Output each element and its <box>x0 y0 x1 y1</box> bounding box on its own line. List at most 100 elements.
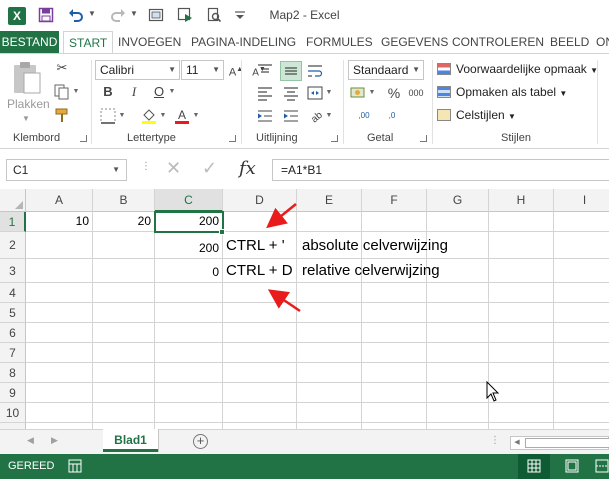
cell-i10[interactable] <box>554 403 609 423</box>
cell-c6[interactable] <box>155 323 223 343</box>
cell-d5[interactable] <box>223 303 297 323</box>
cell-f1[interactable] <box>362 212 427 232</box>
cell-d4[interactable] <box>223 283 297 303</box>
tab-overflow[interactable]: ON <box>591 31 609 53</box>
cell-a8[interactable] <box>26 363 93 383</box>
cell-e6[interactable] <box>297 323 362 343</box>
font-size-box[interactable]: 11 ▼ <box>181 60 224 80</box>
increase-decimal-button[interactable]: ,00 <box>352 107 376 125</box>
horizontal-scrollbar[interactable]: ◀ <box>510 436 609 450</box>
uitlijning-launcher-icon[interactable] <box>331 135 338 142</box>
cell-a3[interactable] <box>26 259 93 283</box>
scroll-left-icon[interactable]: ◀ <box>511 437 523 449</box>
paste-dropdown-icon[interactable]: ▼ <box>22 114 30 123</box>
cell-d2[interactable]: CTRL + ' <box>223 232 297 259</box>
cell-a7[interactable] <box>26 343 93 363</box>
copy-icon[interactable] <box>53 83 71 101</box>
cell-c9[interactable] <box>155 383 223 403</box>
tab-controleren[interactable]: CONTROLEREN <box>447 31 549 53</box>
column-header-e[interactable]: E <box>297 189 362 212</box>
cell-i2[interactable] <box>554 232 609 259</box>
cell-i9[interactable] <box>554 383 609 403</box>
cell-i7[interactable] <box>554 343 609 363</box>
page-layout-view-button[interactable] <box>556 454 588 479</box>
scroll-thumb[interactable] <box>525 438 609 448</box>
fill-color-icon[interactable] <box>140 107 158 125</box>
font-name-box[interactable]: Calibri ▼ <box>95 60 180 80</box>
cell-c3[interactable]: 0 <box>155 259 223 283</box>
cell-b5[interactable] <box>93 303 155 323</box>
macro-record-icon[interactable] <box>68 459 82 473</box>
cell-h9[interactable] <box>489 383 554 403</box>
cell-i5[interactable] <box>554 303 609 323</box>
cell-h7[interactable] <box>489 343 554 363</box>
grow-font-icon[interactable]: A▲ <box>227 61 245 79</box>
wrap-text-icon[interactable] <box>306 62 324 80</box>
formula-bar-grip-icon[interactable]: ⋮ <box>141 161 151 172</box>
tab-split-handle-icon[interactable]: ⋮ <box>490 435 500 446</box>
column-header-b[interactable]: B <box>93 189 155 212</box>
cell-g8[interactable] <box>427 363 489 383</box>
cell-e2[interactable]: absolute celverwijzing <box>297 232 448 259</box>
cell-c4[interactable] <box>155 283 223 303</box>
cell-g9[interactable] <box>427 383 489 403</box>
copy-dropdown-icon[interactable]: ▼ <box>72 83 80 101</box>
row-header-10[interactable]: 10 <box>0 403 26 423</box>
column-header-a[interactable]: A <box>26 189 93 212</box>
cell-b10[interactable] <box>93 403 155 423</box>
cell-c10[interactable] <box>155 403 223 423</box>
cell-e1[interactable] <box>297 212 362 232</box>
tab-gegevens[interactable]: GEGEVENS <box>376 31 453 53</box>
row-header-9[interactable]: 9 <box>0 383 26 403</box>
page-break-view-button[interactable] <box>591 454 609 479</box>
cell-f10[interactable] <box>362 403 427 423</box>
cell-e10[interactable] <box>297 403 362 423</box>
cancel-entry-icon[interactable]: ✕ <box>166 158 181 179</box>
tab-start[interactable]: START <box>63 31 114 54</box>
align-middle-icon[interactable] <box>280 61 302 81</box>
percent-style-button[interactable]: % <box>385 84 403 102</box>
cell-d3[interactable]: CTRL + D <box>223 259 297 283</box>
cell-f9[interactable] <box>362 383 427 403</box>
tab-invoegen[interactable]: INVOEGEN <box>113 31 186 53</box>
conditional-formatting-button[interactable]: Voorwaardelijke opmaak ▼ <box>437 59 598 79</box>
insert-function-button[interactable]: fx <box>239 158 256 179</box>
sheet-next-icon[interactable]: ▶ <box>51 435 58 446</box>
add-sheet-icon[interactable]: + <box>193 434 208 449</box>
font-color-dropdown-icon[interactable]: ▼ <box>192 107 200 125</box>
underline-button[interactable]: O <box>150 83 168 101</box>
font-color-icon[interactable]: A <box>173 107 191 125</box>
number-format-box[interactable]: Standaard ▼ <box>348 60 424 80</box>
cell-b1[interactable]: 20 <box>93 212 155 232</box>
name-box[interactable]: C1 ▼ <box>6 159 127 181</box>
cell-b8[interactable] <box>93 363 155 383</box>
orientation-icon[interactable]: ab <box>306 107 324 125</box>
row-header-3[interactable]: 3 <box>0 259 26 283</box>
cell-f6[interactable] <box>362 323 427 343</box>
normal-view-button[interactable] <box>518 454 550 479</box>
accounting-format-icon[interactable] <box>350 84 368 102</box>
borders-icon[interactable] <box>99 107 117 125</box>
paste-label[interactable]: Plakken <box>7 97 50 111</box>
lettertype-launcher-icon[interactable] <box>229 135 236 142</box>
row-header-7[interactable]: 7 <box>0 343 26 363</box>
cell-f7[interactable] <box>362 343 427 363</box>
fill-handle[interactable] <box>219 229 225 235</box>
merge-dropdown-icon[interactable]: ▼ <box>325 84 333 102</box>
cell-a5[interactable] <box>26 303 93 323</box>
cell-e4[interactable] <box>297 283 362 303</box>
cell-d9[interactable] <box>223 383 297 403</box>
cell-a6[interactable] <box>26 323 93 343</box>
cell-i3[interactable] <box>554 259 609 283</box>
comma-style-button[interactable]: 000 <box>405 84 427 102</box>
cell-f8[interactable] <box>362 363 427 383</box>
format-painter-icon[interactable] <box>53 107 71 125</box>
tab-pagina-indeling[interactable]: PAGINA-INDELING <box>186 31 301 53</box>
cell-e9[interactable] <box>297 383 362 403</box>
cell-b7[interactable] <box>93 343 155 363</box>
font-name-dropdown-icon[interactable]: ▼ <box>168 61 176 79</box>
cell-g7[interactable] <box>427 343 489 363</box>
cell-i8[interactable] <box>554 363 609 383</box>
cell-h8[interactable] <box>489 363 554 383</box>
cell-d6[interactable] <box>223 323 297 343</box>
